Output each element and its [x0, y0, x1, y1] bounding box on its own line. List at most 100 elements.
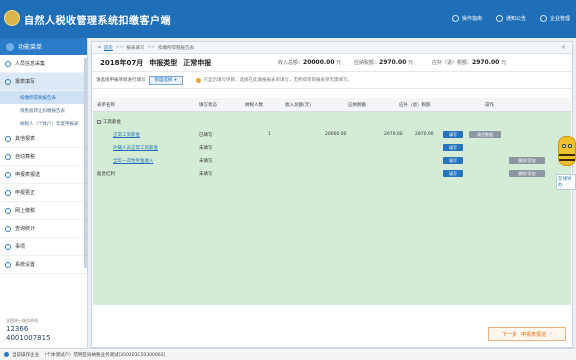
app-title: 自然人税收管理系统扣缴客户端	[24, 16, 171, 27]
sidebar-subitem-label: 纳税人（个体户）年度申报表	[20, 121, 79, 127]
breadcrumb-form-fill[interactable]: 报表填写	[126, 45, 144, 51]
sidebar-item-label: 报表填写	[15, 79, 36, 85]
fill-button[interactable]: 填写	[443, 170, 463, 177]
table-row: 外籍人员正常工资薪金 未填写 填写	[93, 142, 571, 153]
breadcrumb-home[interactable]: 首页	[104, 45, 113, 51]
enterprise-settings-button[interactable]: 企业管理	[539, 15, 570, 22]
row-name-text: 工资薪金	[103, 120, 121, 125]
toolbar-tip: 只显示填写项目，选择在此填报报表单填写，无所得项目报表单无需填写。	[195, 77, 353, 83]
sidebar-item-form-fill[interactable]: 报表填写	[0, 73, 87, 91]
sidebar-item-other-reports[interactable]: 其他报表	[0, 130, 87, 148]
column-header: 应补（退）税额	[399, 103, 431, 108]
sidebar-scrollbar[interactable]	[84, 58, 87, 268]
sidebar-item-label: 查询统计	[15, 226, 36, 232]
edit-icon	[5, 189, 11, 196]
table-header: 表单名称 填写状态 纳税人数 收入总额(元) 应纳税额 应补（退）税额 操作	[93, 98, 571, 112]
sidebar-item-correction[interactable]: 申报更正	[0, 184, 87, 202]
sidebar-item-label: 网上缴税	[15, 208, 36, 214]
sidebar-item-settings[interactable]: 系统设置	[0, 256, 87, 274]
fill-button[interactable]: 填写	[443, 144, 463, 151]
assistant-label[interactable]: 在线导办	[556, 174, 576, 190]
app-header: 自然人税收管理系统扣缴客户端 操作指南 通知公告 企业管理	[0, 0, 576, 38]
delete-add-button[interactable]: 删除/添加	[509, 157, 545, 164]
report-info-bar: 2018年07月 申报类型 正常申报 收入总额：20000.00 元 应纳税额：…	[92, 54, 572, 72]
sidebar-item-auto-calc[interactable]: 自动算税	[0, 148, 87, 166]
sidebar-subitem-label: 限售股转让扣缴报告表	[20, 108, 65, 114]
close-icon[interactable]: ✕	[561, 44, 566, 51]
tax-label: 应纳税额	[354, 60, 375, 66]
bee-mascot-icon	[558, 136, 576, 166]
sidebar-item-label: 其他报表	[15, 136, 36, 142]
sidebar-item-query-stats[interactable]: 查询统计	[0, 220, 87, 238]
delete-add-button[interactable]: 删除/添加	[509, 170, 545, 177]
header-actions: 操作指南 通知公告 企业管理	[451, 15, 570, 22]
row-name-link[interactable]: 外籍人员正常工资薪金	[113, 145, 158, 151]
operation-guide-label: 操作指南	[461, 16, 482, 22]
row-status: 未填写	[199, 146, 213, 151]
sidebar-item-label: 自动算税	[15, 154, 36, 160]
sidebar-subitem-withholding-report[interactable]: 扣缴所得税报告表	[0, 91, 87, 104]
payment-icon	[5, 207, 11, 214]
column-header: 填写状态	[199, 103, 217, 108]
toolbar: 请选择申报项目进行填写 管理选择 ▾ 只显示填写项目，选择在此填报报表单填写，无…	[92, 72, 572, 89]
person-icon	[5, 60, 11, 67]
notification-icon	[495, 15, 503, 22]
notification-button[interactable]: 通知公告	[495, 15, 526, 22]
hotline: 全国统一服务热线 12366 4001007815	[6, 316, 51, 343]
form-icon	[5, 78, 11, 85]
sidebar-header: 功能菜单	[0, 38, 87, 55]
row-name-link[interactable]: 全年一次性奖金收入	[113, 158, 154, 164]
arrow-right-icon: ›	[550, 331, 553, 337]
report-type-label: 申报类型	[149, 58, 178, 67]
income-total: 收入总额：20000.00 元	[278, 59, 342, 66]
toolbar-label: 请选择申报项目进行填写	[96, 78, 146, 83]
sidebar-item-label: 人员信息采集	[15, 61, 46, 67]
sidebar-item-label: 事项	[15, 244, 26, 250]
enterprise-settings-icon	[539, 15, 547, 22]
status-value: （个体测试户）范明区局纳税业务测试[350203C50300002]	[42, 352, 166, 358]
other-icon	[5, 135, 11, 142]
refund-label: 应补（退）税额	[432, 60, 468, 66]
sidebar-subitem-annual-report[interactable]: 纳税人（个体户）年度申报表	[0, 117, 87, 130]
next-step-sub-label: 申报表报送	[521, 331, 547, 338]
column-header: 应纳税额	[348, 103, 366, 108]
clear-data-button[interactable]: 清空数据	[469, 131, 501, 138]
collapse-icon[interactable]	[97, 119, 101, 124]
assistant-widget[interactable]: 在线导办	[556, 136, 576, 190]
sidebar-item-matters[interactable]: 事项	[0, 238, 87, 256]
settings-icon	[5, 261, 11, 268]
sidebar-item-send[interactable]: 申报表报送	[0, 166, 87, 184]
enterprise-settings-label: 企业管理	[549, 16, 570, 22]
toolbar-tip-text: 只显示填写项目，选择在此填报报表单填写，无所得项目报表单无需填写。	[203, 78, 353, 83]
chevron-down-icon: ▾	[174, 77, 177, 83]
tax-unit: 元	[407, 60, 413, 66]
user-icon	[4, 352, 9, 357]
matter-icon	[5, 243, 11, 250]
stripe-decoration	[559, 159, 575, 161]
row-name-link[interactable]: 正常工资薪金	[113, 132, 140, 138]
info-icon	[195, 77, 201, 83]
table-row: 正常工资薪金 已填写 1 20000.00 2970.00 2970.00 填写…	[93, 129, 571, 140]
breadcrumb-separator: >>	[147, 45, 155, 50]
column-header: 表单名称	[97, 103, 115, 108]
sidebar-subitem-restricted-stock[interactable]: 限售股转让扣缴报告表	[0, 104, 87, 117]
sidebar-item-label: 申报更正	[15, 190, 36, 196]
fill-button[interactable]: 填写	[443, 131, 463, 138]
fill-button[interactable]: 填写	[443, 157, 463, 164]
operation-guide-button[interactable]: 操作指南	[451, 15, 482, 22]
sidebar-item-person-info[interactable]: 人员信息采集	[0, 55, 87, 73]
operation-guide-icon	[451, 15, 459, 22]
next-step-button[interactable]: 下一步 申报表报送 ›	[488, 327, 566, 341]
breadcrumb-current: 扣缴所得税报告表	[157, 45, 194, 51]
manage-select[interactable]: 管理选择 ▾	[148, 75, 183, 85]
row-status: 未填写	[199, 159, 213, 164]
tax-emblem-icon	[4, 10, 20, 26]
row-income: 20000.00	[325, 132, 347, 137]
home-icon: ⌂	[98, 45, 101, 50]
stats-icon	[5, 225, 11, 232]
sidebar-item-label: 申报表报送	[15, 172, 41, 178]
menu-icon	[6, 42, 14, 51]
breadcrumb-separator: >>	[115, 45, 124, 50]
sidebar-item-label: 系统设置	[15, 262, 36, 268]
sidebar-item-online-payment[interactable]: 网上缴税	[0, 202, 87, 220]
